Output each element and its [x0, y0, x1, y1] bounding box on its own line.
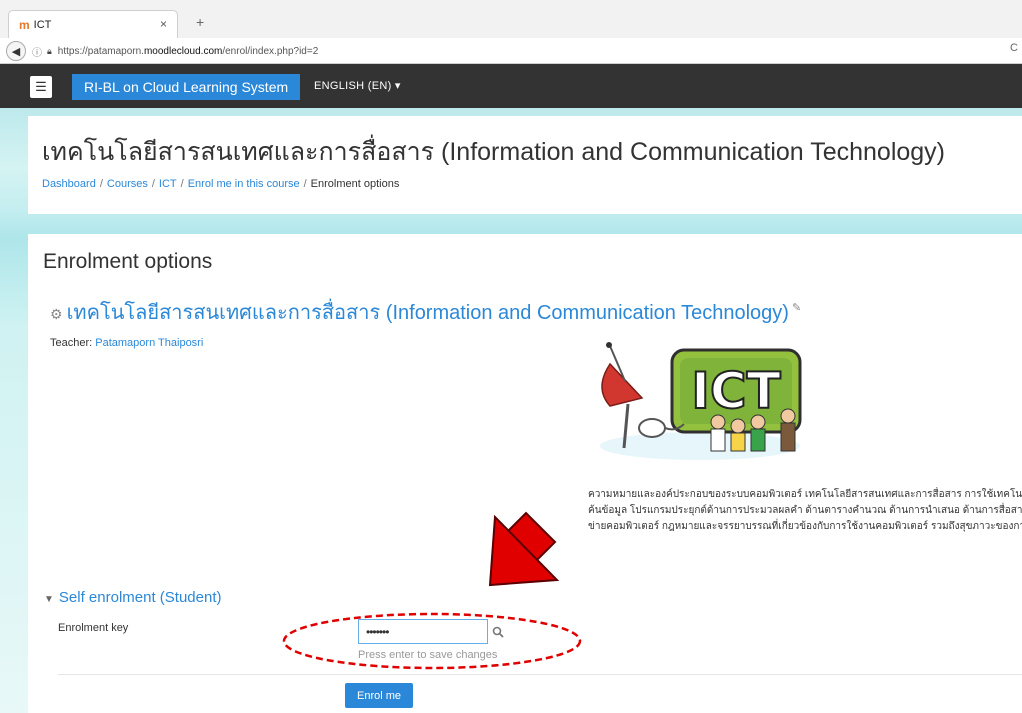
reload-icon[interactable]: C [1010, 42, 1018, 54]
page-header: เทคโนโลยีสารสนเทศและการสื่อสาร (Informat… [28, 116, 1022, 214]
back-arrow-icon[interactable]: ◀ [6, 41, 26, 61]
satellite-dish-icon [601, 362, 644, 407]
enrolment-key-hint: Press enter to save changes [358, 649, 498, 661]
main-region: Enrolment options ⚙ เทคโนโลยีสารสนเทศและก… [28, 234, 1022, 713]
enrolment-options-heading: Enrolment options [43, 250, 213, 273]
breadcrumb-ict[interactable]: ICT [159, 178, 177, 190]
breadcrumb-courses[interactable]: Courses [107, 178, 148, 190]
enrolment-key-label: Enrolment key [58, 622, 129, 634]
page-title: เทคโนโลยีสารสนเทศและการสื่อสาร (Informat… [42, 138, 946, 166]
mouse-icon [638, 418, 666, 438]
self-enrolment-toggle[interactable]: ▼ Self enrolment (Student) [44, 589, 222, 606]
course-teacher: Teacher: Patamaporn Thaiposri [50, 337, 203, 349]
teacher-label: Teacher: [50, 337, 93, 349]
browser-tab[interactable]: m ICT × [8, 10, 178, 38]
url-path: /enrol/index.php?id=2 [222, 45, 319, 57]
summary-line: ค้นข้อมูล โปรแกรมประยุกต์ด้านการประมวลผล… [588, 505, 1022, 516]
enrolment-key-input[interactable]: ••••••• [358, 619, 488, 644]
breadcrumb-current: Enrolment options [310, 178, 400, 190]
caret-down-icon: ▼ [44, 594, 54, 605]
tab-title: ICT [33, 18, 52, 31]
enrol-me-button[interactable]: Enrol me [345, 683, 413, 708]
address-bar: ◀ ⓘ 🔒︎ https://patamaporn. moodlecloud.co… [0, 38, 1022, 64]
course-image: ICT [600, 342, 802, 460]
breadcrumb: Dashboard / Courses / ICT / Enrol me in this c… [42, 178, 399, 190]
new-tab-button[interactable]: + [196, 14, 204, 30]
image-text: ICT [691, 362, 780, 420]
breadcrumb-enrol-me[interactable]: Enrol me in this course [188, 178, 300, 190]
site-navbar: ☰ RI-BL on Cloud Learning System ENGLISH… [0, 64, 1022, 108]
teacher-name-link[interactable]: Patamaporn Thaiposri [95, 337, 203, 349]
menu-toggle-icon[interactable]: ☰ [30, 76, 52, 98]
info-icon: ⓘ [32, 47, 42, 59]
moodle-favicon-icon: m [19, 17, 30, 32]
lock-icon: 🔒︎ [47, 45, 52, 56]
breadcrumb-separator: / [99, 178, 103, 190]
summary-line: ข่ายคอมพิวเตอร์ กฎหมายและจรรยาบรรณที่เกี… [588, 521, 1022, 532]
breadcrumb-separator: / [303, 178, 307, 190]
url-prefix: https://patamaporn. [57, 45, 144, 57]
tab-close-icon[interactable]: × [160, 17, 167, 31]
course-title-link[interactable]: ⚙ เทคโนโลยีสารสนเทศและการสื่อสาร (Informa… [50, 296, 801, 328]
breadcrumb-dashboard[interactable]: Dashboard [42, 178, 96, 190]
course-summary: ความหมายและองค์ประกอบของระบบคอมพิวเตอร์ … [588, 487, 1022, 535]
breadcrumb-separator: / [151, 178, 155, 190]
summary-line: ความหมายและองค์ประกอบของระบบคอมพิวเตอร์ … [588, 489, 1022, 500]
breadcrumb-separator: / [180, 178, 184, 190]
self-enrolment-heading: Self enrolment (Student) [58, 589, 222, 606]
site-name-link[interactable]: RI-BL on Cloud Learning System [72, 74, 301, 100]
url-field[interactable]: ⓘ 🔒︎ https://patamaporn. moodlecloud.com /… [32, 41, 1022, 61]
url-host: moodlecloud.com [143, 45, 223, 57]
course-title-text: เทคโนโลยีสารสนเทศและการสื่อสาร (Informat… [66, 302, 789, 324]
edit-icon[interactable]: ✎ [792, 302, 801, 314]
browser-tabstrip: m ICT × + [0, 0, 1022, 38]
form-divider [58, 674, 1022, 675]
reveal-key-search-icon[interactable] [488, 619, 508, 644]
course-icon: ⚙ [50, 306, 63, 322]
language-menu[interactable]: ENGLISH (EN) ▾ [314, 79, 401, 92]
